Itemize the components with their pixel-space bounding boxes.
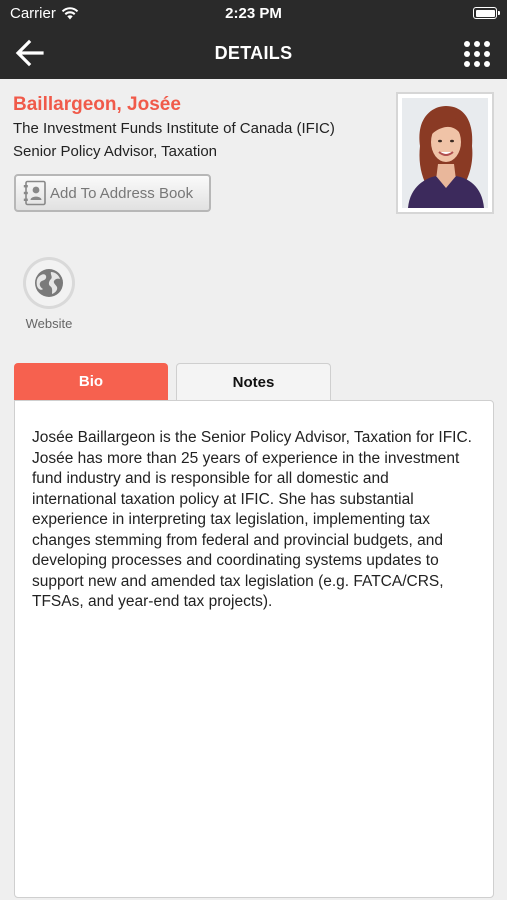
add-to-address-book-label: Add To Address Book bbox=[50, 184, 194, 202]
battery-icon bbox=[473, 7, 500, 19]
tab-notes[interactable]: Notes bbox=[176, 363, 331, 400]
profile-photo bbox=[402, 98, 488, 208]
nav-bar: DETAILS bbox=[0, 28, 507, 79]
profile-photo-frame bbox=[396, 92, 494, 214]
address-book-icon bbox=[23, 180, 46, 206]
profile-job-title: Senior Policy Advisor, Taxation bbox=[13, 143, 218, 160]
bio-panel: Josée Baillargeon is the Senior Policy A… bbox=[14, 400, 494, 898]
add-to-address-book-button[interactable]: Add To Address Book bbox=[14, 174, 211, 212]
grid-menu-icon bbox=[464, 41, 490, 67]
website-button[interactable] bbox=[22, 256, 76, 310]
profile-organization: The Investment Funds Institute of Canada… bbox=[13, 120, 335, 137]
globe-icon bbox=[23, 257, 75, 309]
bio-text: Josée Baillargeon is the Senior Policy A… bbox=[32, 429, 472, 610]
status-bar: Carrier 2:23 PM bbox=[0, 0, 507, 28]
profile-name: Baillargeon, Josée bbox=[13, 94, 181, 115]
status-time: 2:23 PM bbox=[225, 5, 282, 22]
tab-bio[interactable]: Bio bbox=[14, 363, 168, 400]
page-title: DETAILS bbox=[214, 43, 293, 63]
website-label: Website bbox=[25, 316, 73, 331]
profile-photo-image bbox=[402, 98, 488, 208]
menu-button[interactable] bbox=[463, 40, 491, 68]
